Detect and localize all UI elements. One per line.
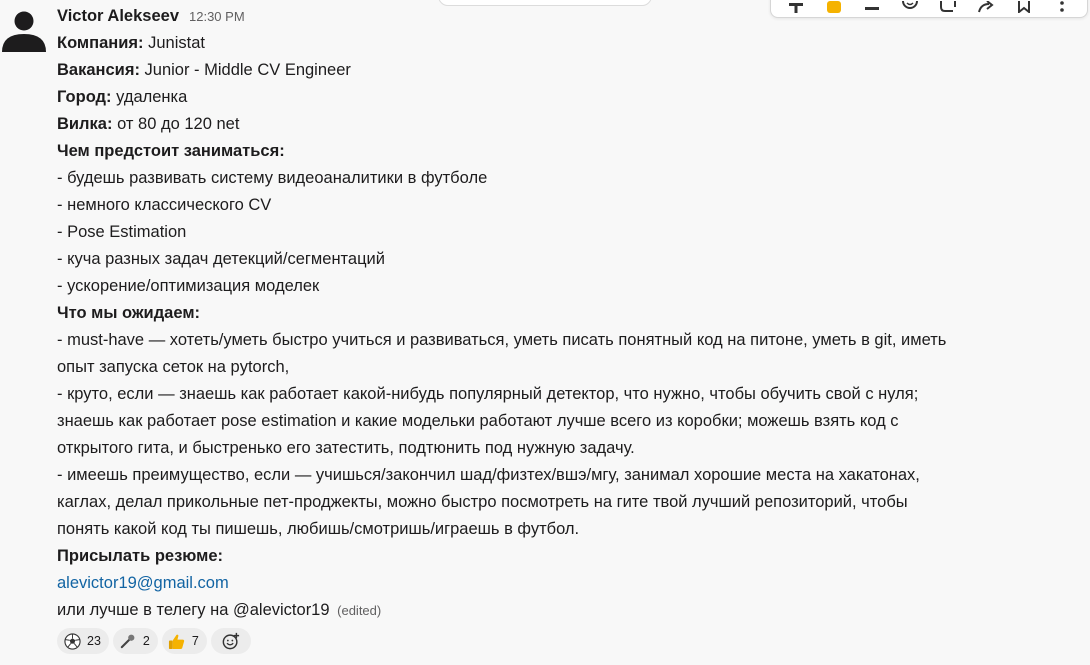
message: Victor Alekseev 12:30 PM Компания: Junis… — [57, 3, 1082, 654]
message-line: Что мы ожидаем: — [57, 300, 1082, 327]
add-reaction-button[interactable] — [210, 628, 251, 654]
line-text: - имеешь преимущество, если — учишься/за… — [57, 466, 920, 484]
message-line: Вакансия: Junior - Middle CV Engineer — [57, 57, 1082, 84]
message-line: - куча разных задач детекций/сегментаций — [57, 246, 1082, 273]
line-label: Что мы ожидаем: — [57, 304, 201, 322]
message-line: Чем предстоит заниматься: — [57, 138, 1082, 165]
email-link[interactable]: alevictor19@gmail.com — [57, 574, 229, 592]
message-line: - круто, если — знаешь как работает како… — [57, 381, 1082, 408]
line-label: Компания: — [57, 34, 144, 52]
message-line: - Pose Estimation — [57, 219, 1082, 246]
message-line: открытого гита, и быстренько его затести… — [57, 435, 1082, 462]
message-line: - немного классического CV — [57, 192, 1082, 219]
line-text: - куча разных задач детекций/сегментаций — [57, 250, 385, 268]
line-text: понять какой код ты пишешь, любишь/смотр… — [57, 520, 580, 538]
avatar[interactable] — [2, 8, 46, 52]
line-text: - немного классического CV — [57, 196, 272, 214]
timestamp[interactable]: 12:30 PM — [189, 3, 245, 30]
reactions-bar: 23 2 7 — [57, 628, 1082, 654]
reaction-count: 2 — [142, 633, 150, 648]
line-text: каглах, делал прикольные пет-проджекты, … — [57, 493, 908, 511]
line-text: - must-have — хотеть/уметь быстро учитьс… — [57, 331, 947, 349]
message-line: Город: удаленка — [57, 84, 1082, 111]
user-silhouette-icon — [2, 11, 46, 52]
soccer-ball-icon — [63, 632, 81, 650]
line-text: - ускорение/оптимизация моделек — [57, 277, 320, 295]
line-text: от 80 до 120 net — [112, 115, 240, 133]
line-text: удаленка — [111, 88, 188, 106]
message-body: Компания: Junistat Вакансия: Junior - Mid… — [57, 30, 1082, 570]
add-emoji-icon — [222, 632, 240, 650]
message-line: Присылать резюме: — [57, 543, 1082, 570]
line-text: знаешь как работает pose estimation и ка… — [57, 412, 899, 430]
message-line: опыт запуска сеток на pytorch, — [57, 354, 1082, 381]
reaction-count: 23 — [87, 633, 101, 648]
message-line: - будешь развивать систему видеоаналитик… — [57, 165, 1082, 192]
line-text: опыт запуска сеток на pytorch, — [57, 358, 290, 376]
author-name[interactable]: Victor Alekseev — [57, 3, 179, 30]
line-text: Junistat — [143, 34, 205, 52]
message-line: - ускорение/оптимизация моделек — [57, 273, 1082, 300]
reaction-microphone[interactable]: 2 — [112, 628, 158, 654]
line-text: - круто, если — знаешь как работает како… — [57, 385, 919, 403]
message-line: понять какой код ты пишешь, любишь/смотр… — [57, 516, 1082, 543]
line-text: открытого гита, и быстренько его затести… — [57, 439, 635, 457]
line-text: - будешь развивать систему видеоаналитик… — [57, 169, 488, 187]
reaction-soccer[interactable]: 23 — [57, 628, 109, 654]
message-header: Victor Alekseev 12:30 PM — [57, 3, 1082, 30]
line-label: Чем предстоит заниматься: — [57, 142, 285, 160]
thumbs-up-icon — [168, 632, 186, 650]
line-label: Город: — [57, 88, 112, 106]
edited-label: (edited) — [337, 603, 382, 618]
telegram-line: или лучше в телегу на @alevictor19 (edit… — [57, 597, 1082, 624]
email-line: alevictor19@gmail.com — [57, 570, 1082, 597]
line-text: - Pose Estimation — [57, 223, 187, 241]
message-line: - имеешь преимущество, если — учишься/за… — [57, 462, 1082, 489]
line-label: Вакансия: — [57, 61, 140, 79]
message-line: Вилка: от 80 до 120 net — [57, 111, 1082, 138]
telegram-text: или лучше в телегу на @alevictor19 — [57, 601, 330, 619]
message-line: знаешь как работает pose estimation и ка… — [57, 408, 1082, 435]
line-label: Присылать резюме: — [57, 547, 224, 565]
message-line: каглах, делал прикольные пет-проджекты, … — [57, 489, 1082, 516]
message-line: Компания: Junistat — [57, 30, 1082, 57]
reaction-thumbs-up[interactable]: 7 — [161, 628, 207, 654]
message-line: - must-have — хотеть/уметь быстро учитьс… — [57, 327, 1082, 354]
line-label: Вилка: — [57, 115, 113, 133]
line-text: Junior - Middle CV Engineer — [139, 61, 351, 79]
microphone-icon — [119, 632, 137, 650]
reaction-count: 7 — [191, 633, 199, 648]
